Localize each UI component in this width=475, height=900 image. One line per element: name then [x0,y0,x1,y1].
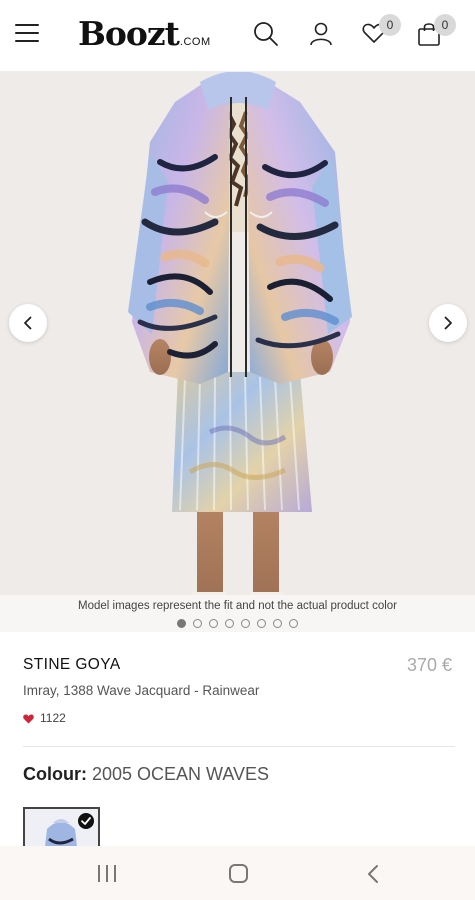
colour-value: 2005 OCEAN WAVES [92,764,270,784]
image-disclaimer: Model images represent the fit and not t… [78,600,397,612]
checkmark-icon [78,813,94,829]
search-icon[interactable] [252,20,280,48]
cart-count-badge: 0 [434,14,456,36]
carousel-dot[interactable] [209,619,218,628]
carousel-dot[interactable] [241,619,250,628]
carousel-indicators [0,615,475,632]
cart-button[interactable]: 0 [416,14,456,48]
carousel-dot[interactable] [289,619,298,628]
carousel-dot[interactable] [257,619,266,628]
product-brand[interactable]: STINE GOYA [23,656,121,674]
carousel-dot[interactable] [177,619,186,628]
colour-selector-label: Colour: 2005 OCEAN WAVES [23,764,269,785]
wishlist-button[interactable]: 0 [361,14,401,48]
wishlist-count-badge: 0 [379,14,401,36]
carousel-dot[interactable] [193,619,202,628]
colour-label: Colour: [23,764,87,784]
heart-filled-icon [23,714,34,724]
hamburger-icon[interactable] [15,24,39,44]
product-model-image [128,72,352,622]
chevron-right-icon [444,316,452,330]
product-name: Imray, 1388 Wave Jacquard - Rainwear [23,683,260,698]
product-price: 370 € [406,655,452,675]
home-icon[interactable] [229,864,248,883]
likes-count: 1122 [23,711,66,725]
user-icon[interactable] [307,20,335,48]
logo-suffix: .COM [179,36,211,48]
chevron-left-icon [24,316,32,330]
recent-apps-icon[interactable] [98,865,116,882]
carousel-dot[interactable] [273,619,282,628]
next-image-button[interactable] [429,304,467,342]
app-header: Boozt.COM 0 0 [0,0,475,72]
system-navigation-bar [0,846,475,900]
logo-main: Boozt [78,14,180,53]
carousel-dot[interactable] [225,619,234,628]
previous-image-button[interactable] [9,304,47,342]
product-image-carousel[interactable]: Model images represent the fit and not t… [0,72,475,632]
boozt-logo[interactable]: Boozt.COM [78,14,211,53]
divider [23,746,455,747]
back-icon[interactable] [366,864,380,889]
likes-value: 1122 [40,711,66,725]
